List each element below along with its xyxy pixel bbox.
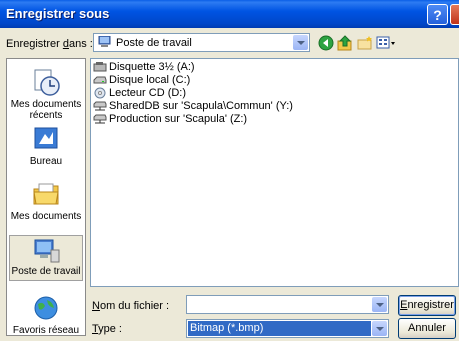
filetype-dropdown[interactable]: Bitmap (*.bmp) [186, 319, 389, 338]
place-network[interactable]: Favoris réseau [9, 295, 83, 336]
save-in-label: Enregistrer dans : [6, 38, 93, 50]
chevron-down-icon[interactable] [293, 35, 308, 50]
help-button[interactable]: ? [427, 4, 448, 25]
places-bar: Mes documents récents Bureau Mes documen… [6, 58, 86, 336]
close-button[interactable] [450, 4, 459, 25]
network-drive-icon [93, 101, 107, 111]
place-desktop[interactable]: Bureau [9, 124, 83, 167]
place-label-desktop: Bureau [29, 156, 63, 167]
place-my-computer[interactable]: Poste de travail [9, 235, 83, 281]
file-list[interactable]: Disquette 3½ (A:) Disque local (C:) Lect… [90, 58, 459, 287]
my-computer-small-icon [98, 36, 111, 47]
save-button[interactable]: Enregistrer [398, 295, 456, 316]
save-in-dropdown[interactable]: Poste de travail [93, 33, 310, 52]
new-folder-icon[interactable] [357, 35, 373, 51]
save-button-rest: nregistrer [407, 299, 454, 311]
filename-field[interactable] [186, 295, 389, 314]
cd-drive-icon [94, 87, 106, 99]
chevron-down-icon[interactable] [372, 297, 387, 312]
place-label-my-documents: Mes documents [10, 211, 82, 222]
place-recent-documents[interactable]: Mes documents récents [9, 67, 83, 121]
file-name: SharedDB sur 'Scapula\Commun' (Y:) [109, 100, 293, 112]
recent-documents-icon [34, 69, 60, 96]
view-menu-icon[interactable] [376, 35, 396, 51]
my-documents-icon [33, 183, 59, 205]
network-drive-icon [93, 114, 107, 124]
window-title: Enregistrer sous [6, 6, 110, 21]
save-in-label-pre: Enregistrer [6, 38, 63, 50]
save-in-label-post: ans : [68, 38, 93, 50]
file-name: Disque local (C:) [109, 74, 191, 86]
file-name: Disquette 3½ (A:) [109, 61, 195, 73]
place-my-documents[interactable]: Mes documents [9, 179, 83, 222]
my-computer-icon [34, 239, 60, 263]
file-name: Production sur 'Scapula' (Z:) [109, 113, 248, 125]
save-in-value: Poste de travail [116, 37, 192, 49]
filetype-label: Type : [92, 323, 122, 335]
place-label-recent: Mes documents récents [10, 99, 82, 121]
filetype-value: Bitmap (*.bmp) [188, 321, 371, 336]
floppy-drive-icon [93, 62, 107, 72]
filetype-label-rest: ype : [98, 323, 122, 335]
filename-label-rest: om du fichier : [99, 300, 170, 312]
title-bar: Enregistrer sous ? [0, 0, 459, 28]
up-folder-icon[interactable] [337, 35, 353, 51]
back-icon[interactable] [318, 35, 334, 51]
chevron-down-icon[interactable] [372, 321, 387, 336]
filename-label: Nom du fichier : [92, 300, 169, 312]
cancel-button[interactable]: Annuler [398, 318, 456, 339]
place-label-my-computer: Poste de travail [11, 266, 81, 277]
help-label: ? [433, 7, 442, 23]
desktop-icon [34, 127, 58, 149]
file-name: Lecteur CD (D:) [109, 87, 187, 99]
local-disk-icon [93, 76, 107, 84]
network-places-icon [34, 296, 58, 320]
filename-label-key: N [92, 300, 100, 312]
place-label-network: Favoris réseau [12, 325, 80, 336]
